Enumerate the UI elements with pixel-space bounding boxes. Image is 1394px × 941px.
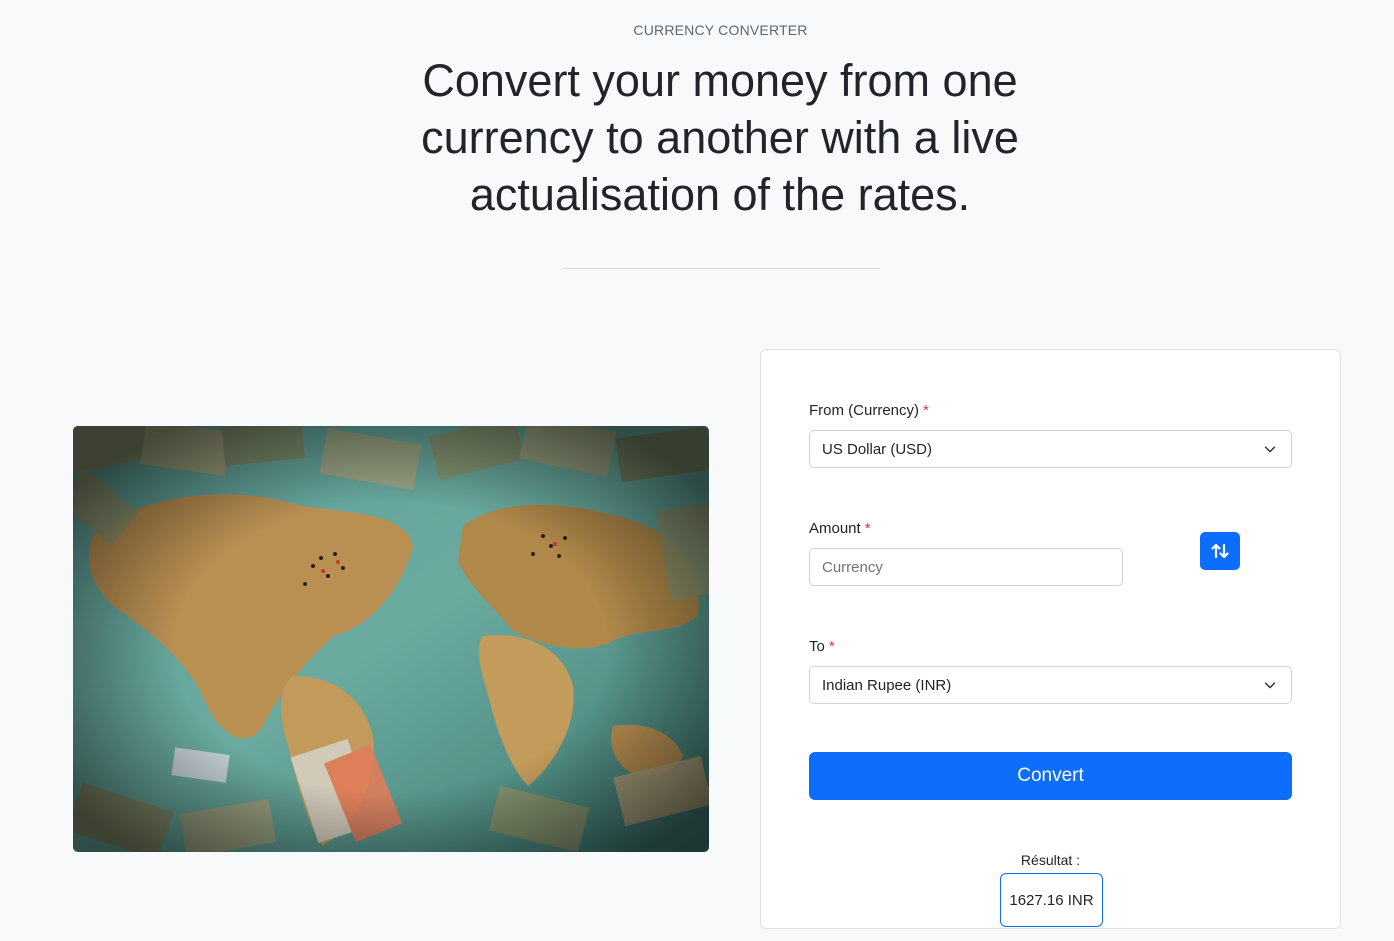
swap-currencies-button[interactable] [1200, 532, 1240, 570]
from-currency-select[interactable]: US Dollar (USD) [809, 430, 1292, 468]
convert-button[interactable]: Convert [809, 752, 1292, 800]
amount-label: Amount * [809, 520, 871, 537]
from-currency-value: US Dollar (USD) [822, 440, 933, 458]
section-divider [562, 268, 880, 269]
page-headline: Convert your money from one currency to … [421, 55, 1019, 220]
to-label: To * [809, 638, 835, 655]
required-mark: * [923, 402, 929, 419]
required-mark: * [828, 638, 835, 655]
to-currency-select[interactable]: Indian Rupee (INR) [809, 666, 1292, 704]
amount-input[interactable]: Currency [809, 548, 1123, 586]
world-map-photo [73, 426, 709, 852]
amount-placeholder: Currency [822, 558, 883, 576]
chevron-down-icon [1264, 446, 1276, 453]
converter-card: From (Currency) * US Dollar (USD) Amount *… [760, 349, 1341, 929]
required-mark: * [864, 520, 871, 537]
chevron-down-icon [1264, 682, 1276, 689]
swap-vertical-icon [1211, 543, 1229, 559]
from-label: From (Currency) * [809, 402, 929, 419]
eyebrow-label: CURRENCY CONVERTER [633, 22, 808, 38]
result-label: Résultat : [1020, 852, 1081, 868]
result-value: 1627.16 INR [1000, 873, 1103, 927]
to-currency-value: Indian Rupee (INR) [822, 676, 952, 694]
